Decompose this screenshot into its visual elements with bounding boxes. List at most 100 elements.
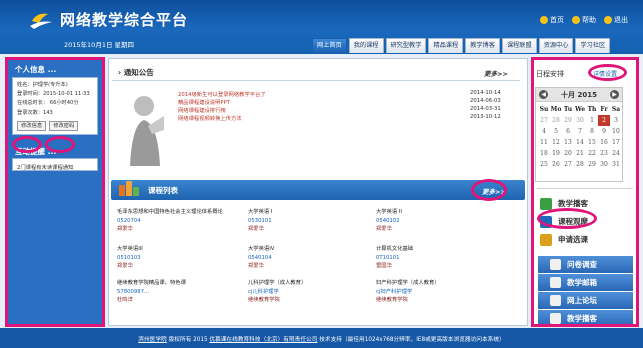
calendar-day[interactable]: 11	[538, 137, 550, 148]
course-item[interactable]: 妇产科护理学（成人教育） cj妇产科护理学 继续教育学院	[376, 279, 516, 305]
calendar-day[interactable]: 24	[610, 148, 622, 159]
company-link[interactable]: 优慕课在线教育科技（北京）有限责任公司	[209, 337, 317, 343]
calendar-day[interactable]: 16	[598, 137, 610, 148]
tab-my-courses[interactable]: 我的课程	[348, 38, 384, 53]
course-name[interactable]: 大学英语IV	[248, 245, 368, 254]
podcast-button[interactable]: 教学播客	[538, 310, 633, 327]
calendar-day[interactable]: 5	[550, 126, 562, 137]
mail-icon	[550, 277, 561, 288]
calendar-today[interactable]: 2	[598, 115, 610, 126]
course-more-link[interactable]: 更多>>	[482, 186, 506, 196]
tab-course-alliance[interactable]: 课程联盟	[501, 38, 537, 53]
calendar-day[interactable]: 25	[538, 159, 550, 170]
main-nav: 网上首页 我的课程 研究型教学 精品课程 教学博客 课程联盟 资源中心 学习社区	[312, 38, 611, 53]
reminder-text[interactable]: 2门课程有未读课程通知	[12, 157, 98, 171]
calendar-day[interactable]: 14	[574, 137, 586, 148]
course-item[interactable]: 儿科护理学（成人教育） cj儿科护理学 继续教育学院	[248, 279, 368, 305]
notice-date-3: 2014-03-31	[470, 106, 501, 112]
calendar-day[interactable]: 1	[586, 115, 598, 126]
tab-quality-courses[interactable]: 精品课程	[428, 38, 464, 53]
calendar-widget: ◀ 十月 2015 ▶ Su Mo Tu We Th Fr Sa 27 28 29 30 1 2 3 4 5 6…	[535, 87, 623, 182]
notice-item-1[interactable]: 2014级新生可以登录网络教学平台了	[178, 90, 266, 98]
exit-link[interactable]: 退出	[604, 15, 628, 25]
calendar-day[interactable]: 4	[538, 126, 550, 137]
calendar-day[interactable]: 28	[550, 115, 562, 126]
forum-button[interactable]: 网上论坛	[538, 292, 633, 309]
calendar-day[interactable]: 27	[562, 159, 574, 170]
course-item[interactable]: 大学英语IV 0540104 郑爱华	[248, 245, 368, 271]
info-login-time: 登录时间：2015-10-01 11:33	[17, 91, 90, 98]
calendar-day[interactable]: 3	[610, 115, 622, 126]
notice-item-2[interactable]: 精品课程建设说明PPT	[178, 98, 230, 106]
survey-button[interactable]: 问卷调查	[538, 256, 633, 273]
notice-date-1: 2014-10-14	[470, 90, 501, 96]
calendar-day[interactable]: 26	[550, 159, 562, 170]
tab-learning-community[interactable]: 学习社区	[575, 38, 611, 53]
home-link[interactable]: 首页	[540, 15, 564, 25]
school-link[interactable]: 滨州医学院	[138, 337, 166, 343]
course-name[interactable]: 大学英语 I	[248, 208, 368, 217]
calendar-day[interactable]: 23	[598, 148, 610, 159]
course-name[interactable]: 继续教育学院精品课、特色课	[117, 279, 242, 288]
schedule-title: 日程安排	[536, 70, 564, 78]
course-name[interactable]: 计算机文化基础	[376, 245, 516, 254]
tab-home[interactable]: 网上首页	[312, 38, 347, 53]
tab-resource-center[interactable]: 资源中心	[538, 38, 574, 53]
course-item[interactable]: 大学英语 II 0540102 郑爱华	[376, 208, 516, 234]
course-code: 0510103	[117, 254, 141, 261]
course-teacher: 继续教育学院	[248, 297, 280, 304]
calendar-day[interactable]: 28	[574, 159, 586, 170]
calendar-day[interactable]: 6	[562, 126, 574, 137]
course-item[interactable]: 继续教育学院精品课、特色课 57800987... 杜鸣洋	[117, 279, 242, 305]
calendar-day[interactable]: 30	[574, 115, 586, 126]
calendar-day[interactable]: 27	[538, 115, 550, 126]
logo-icon	[30, 13, 52, 29]
course-item[interactable]: 大学英语III 0510103 郑爱华	[117, 245, 242, 271]
calendar-day[interactable]: 17	[610, 137, 622, 148]
course-item[interactable]: 毛泽东思想和中国特色社会主义理论体系概论 0520704 郑爱华	[117, 208, 242, 234]
weekday-label: Th	[587, 106, 597, 113]
calendar-day[interactable]: 13	[562, 137, 574, 148]
course-code: cj妇产科护理学	[376, 288, 413, 295]
edit-password-button[interactable]: 修改密码	[49, 120, 79, 131]
course-item[interactable]: 大学英语 I 0530101 郑爱华	[248, 208, 368, 234]
calendar-day[interactable]: 29	[562, 115, 574, 126]
notice-more-link[interactable]: 更多>>	[484, 68, 508, 78]
notice-item-4[interactable]: 网络课程视频转换上传方法	[178, 114, 242, 122]
course-code: 0T10101	[376, 254, 400, 261]
tab-research-teaching[interactable]: 研究型教学	[385, 38, 427, 53]
calendar-day[interactable]: 9	[598, 126, 610, 137]
next-month-icon[interactable]: ▶	[610, 90, 619, 99]
course-list-icon	[119, 181, 139, 196]
calendar-day[interactable]: 7	[574, 126, 586, 137]
calendar-day[interactable]: 29	[586, 159, 598, 170]
course-name[interactable]: 大学英语III	[117, 245, 242, 254]
calendar-day[interactable]: 12	[550, 137, 562, 148]
quick-podcast-button[interactable]: 教学播客	[540, 195, 632, 212]
quick-enroll-button[interactable]: 申请选课	[540, 231, 632, 248]
help-link[interactable]: 帮助	[572, 15, 596, 25]
calendar-day[interactable]: 30	[598, 159, 610, 170]
calendar-day[interactable]: 19	[550, 148, 562, 159]
observe-icon	[540, 215, 552, 228]
calendar-day[interactable]: 31	[610, 159, 622, 170]
course-name[interactable]: 大学英语 II	[376, 208, 516, 217]
course-name[interactable]: 妇产科护理学（成人教育）	[376, 279, 516, 288]
calendar-day[interactable]: 18	[538, 148, 550, 159]
calendar-day[interactable]: 20	[562, 148, 574, 159]
calendar-day[interactable]: 15	[586, 137, 598, 148]
calendar-day[interactable]: 8	[586, 126, 598, 137]
edit-info-button[interactable]: 修改信息	[17, 120, 47, 131]
course-name[interactable]: 儿科护理学（成人教育）	[248, 279, 368, 288]
calendar-day[interactable]: 22	[586, 148, 598, 159]
schedule-settings-link[interactable]: 详情设置	[593, 69, 617, 78]
quick-observe-button[interactable]: 课程观摩	[540, 213, 632, 230]
tab-teaching-blog[interactable]: 教学博客	[465, 38, 500, 53]
calendar-day[interactable]: 21	[574, 148, 586, 159]
course-name[interactable]: 毛泽东思想和中国特色社会主义理论体系概论	[117, 208, 242, 217]
notice-item-3[interactable]: 网络课程建设排行榜	[178, 106, 226, 114]
course-teacher: 雷国华	[376, 263, 392, 270]
calendar-day[interactable]: 10	[610, 126, 622, 137]
mail-button[interactable]: 教学邮箱	[538, 274, 633, 291]
course-item[interactable]: 计算机文化基础 0T10101 雷国华	[376, 245, 516, 271]
